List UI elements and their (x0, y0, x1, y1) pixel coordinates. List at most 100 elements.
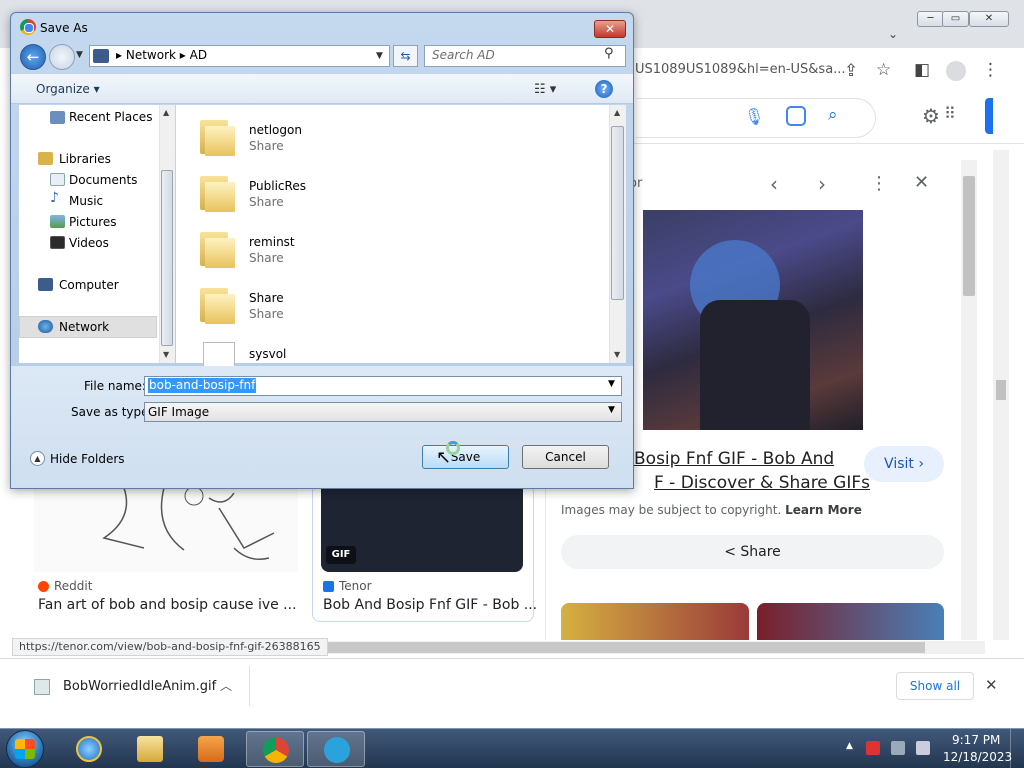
file-item-name[interactable]: netlogon (249, 123, 302, 137)
computer-icon (38, 278, 53, 291)
related-image[interactable] (757, 603, 944, 640)
save-as-type-dropdown-icon[interactable]: ▼ (608, 405, 615, 415)
browser-menu-icon[interactable]: ⋮ (982, 60, 999, 80)
clock-date[interactable]: 12/18/2023 (943, 750, 1012, 764)
learn-more-link[interactable]: Learn More (785, 503, 862, 517)
scroll-up-arrow-icon[interactable]: ▲ (614, 108, 620, 117)
organize-label: Organize (36, 82, 90, 96)
show-all-button[interactable]: Show all (896, 672, 974, 700)
nav-item-music[interactable]: Music (69, 194, 103, 208)
nav-item-computer[interactable]: Computer (59, 278, 119, 292)
file-name-value[interactable]: bob-and-bosip-fnf (148, 378, 257, 393)
shared-folder-icon[interactable] (197, 228, 237, 268)
close-download-shelf-icon[interactable]: ✕ (985, 676, 998, 694)
file-item-name[interactable]: sysvol (249, 347, 286, 361)
panel-title-link[interactable]: F - Discover & Share GIFs (654, 471, 870, 495)
lens-search-icon[interactable] (786, 106, 806, 126)
save-as-type-label: Save as type: (71, 405, 153, 419)
nav-item-network[interactable]: Network (59, 320, 109, 334)
mouse-pointer-icon: ↖ (436, 447, 452, 468)
network-status-icon[interactable] (891, 741, 905, 755)
file-item-name[interactable]: PublicRes (249, 179, 306, 193)
result-caption[interactable]: Fan art of bob and bosip cause ive ... (38, 597, 297, 613)
refresh-icon[interactable]: ⇆ (393, 45, 418, 67)
recent-places-icon (50, 111, 65, 124)
settings-gear-icon[interactable]: ⚙ (922, 104, 940, 128)
window-close-button[interactable]: ✕ (969, 11, 1009, 27)
dialog-close-button[interactable]: ✕ (594, 20, 626, 38)
chevron-right-icon: › (918, 456, 924, 472)
help-icon[interactable]: ? (595, 80, 613, 98)
forward-arrow-icon[interactable] (49, 44, 75, 70)
hide-folders-button[interactable]: Hide Folders (50, 452, 125, 466)
change-view-icon[interactable]: ☷ ▾ (534, 82, 556, 97)
scroll-down-arrow-icon[interactable]: ▼ (614, 350, 620, 359)
shared-folder-icon[interactable] (203, 342, 235, 366)
scroll-down-arrow-icon[interactable]: ▼ (163, 350, 169, 359)
show-hidden-icons-icon[interactable]: ▲ (846, 741, 853, 751)
back-arrow-icon[interactable]: ← (20, 44, 46, 70)
nav-pane-scroll-thumb[interactable] (161, 170, 173, 346)
file-name-dropdown-icon[interactable]: ▼ (608, 379, 615, 389)
address-bar-url[interactable]: US1089US1089&hl=en-US&sa... (635, 62, 846, 77)
cancel-button[interactable]: Cancel (522, 445, 609, 469)
next-image-icon[interactable]: › (818, 172, 826, 196)
minimize-button[interactable]: ─ (917, 11, 944, 27)
share-button[interactable]: < Share (561, 535, 944, 569)
nav-item-recent-places[interactable]: Recent Places (69, 110, 152, 124)
sign-in-button[interactable] (985, 98, 993, 134)
nav-item-libraries[interactable]: Libraries (59, 152, 111, 166)
recent-locations-dropdown-icon[interactable]: ▼ (76, 50, 83, 60)
profile-avatar-icon[interactable] (946, 61, 966, 81)
taskbar-media-player[interactable] (182, 731, 240, 767)
tab-search-chevron-icon[interactable]: ⌄ (888, 27, 898, 41)
action-center-flag-icon[interactable] (866, 741, 880, 755)
network-location-icon (93, 49, 109, 63)
volume-muted-icon[interactable] (916, 741, 930, 755)
chevron-up-icon[interactable]: ︿ (220, 677, 232, 694)
close-panel-icon[interactable]: ✕ (914, 172, 929, 193)
visit-button[interactable]: Visit › (864, 446, 944, 482)
organize-menu-button[interactable]: Organize ▾ (36, 82, 100, 96)
horizontal-scroll-thumb[interactable] (325, 642, 925, 653)
breadcrumb: ▸ Network ▸ AD (116, 48, 207, 62)
maximize-button[interactable]: ▭ (942, 11, 969, 27)
result-thumbnail-reddit[interactable] (34, 486, 298, 572)
bookmark-star-icon[interactable]: ☆ (876, 60, 891, 80)
page-scroll-thumb[interactable] (996, 380, 1006, 400)
taskbar-telegram[interactable] (307, 731, 365, 767)
file-item-type: Share (249, 307, 284, 321)
clock-time[interactable]: 9:17 PM (952, 733, 1000, 747)
search-submit-icon[interactable]: ⌕ (828, 105, 838, 125)
nav-item-videos[interactable]: Videos (69, 236, 109, 250)
taskbar-internet-explorer[interactable] (60, 731, 118, 767)
breadcrumb-network[interactable]: Network (126, 48, 176, 62)
nav-item-pictures[interactable]: Pictures (69, 215, 117, 229)
panel-title-link[interactable]: Bosip Fnf GIF - Bob And (634, 447, 854, 471)
show-desktop-button[interactable] (1010, 729, 1024, 768)
shared-folder-icon[interactable] (197, 172, 237, 212)
result-caption[interactable]: Bob And Bosip Fnf GIF - Bob ... (323, 597, 537, 613)
address-dropdown-icon[interactable]: ▼ (376, 51, 383, 61)
previous-image-icon[interactable]: ‹ (770, 172, 778, 196)
voice-search-icon[interactable]: 🎙 (744, 107, 764, 126)
scroll-up-arrow-icon[interactable]: ▲ (163, 108, 169, 117)
file-pane-scroll-thumb[interactable] (611, 126, 624, 300)
more-options-icon[interactable]: ⋮ (870, 173, 888, 194)
related-image[interactable] (561, 603, 749, 640)
side-panel-icon[interactable]: ◧ (914, 60, 930, 80)
save-as-type-select[interactable] (144, 402, 622, 422)
taskbar-chrome[interactable] (246, 731, 304, 767)
taskbar-file-explorer[interactable] (121, 731, 179, 767)
share-page-icon[interactable]: ⇪ (844, 61, 858, 81)
breadcrumb-ad[interactable]: AD (190, 48, 207, 62)
panel-scroll-thumb[interactable] (963, 176, 975, 296)
telegram-icon (324, 737, 350, 763)
hide-folders-chevron-icon[interactable]: ▲ (30, 451, 45, 466)
file-item-name[interactable]: reminst (249, 235, 295, 249)
apps-grid-icon[interactable]: ⠿ (944, 104, 956, 123)
shared-folder-icon[interactable] (197, 284, 237, 324)
nav-item-documents[interactable]: Documents (69, 173, 137, 187)
shared-folder-icon[interactable] (197, 116, 237, 156)
file-item-name[interactable]: Share (249, 291, 284, 305)
